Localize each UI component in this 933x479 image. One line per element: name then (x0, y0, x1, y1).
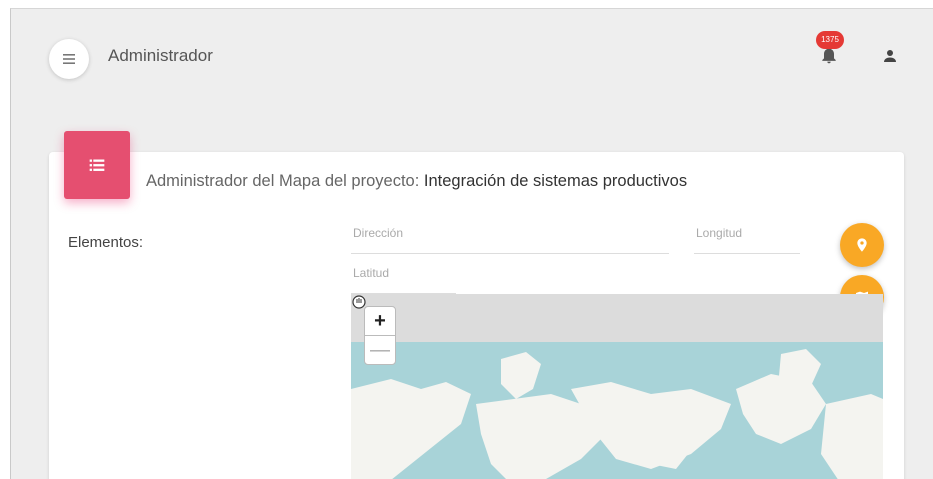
card-header-badge (64, 131, 130, 199)
app-title: Administrador (108, 46, 213, 65)
notification-badge: 1375 (816, 31, 844, 49)
world-map[interactable]: + — (351, 294, 883, 479)
longitud-underline (694, 253, 800, 254)
map-tiles (351, 294, 883, 479)
latitud-field[interactable]: Latitud (351, 264, 456, 294)
location-pin-icon (857, 238, 867, 252)
direccion-underline (351, 253, 669, 254)
card-title-prefix: Administrador del Mapa del proyecto: (146, 172, 424, 190)
zoom-in-button[interactable]: + (364, 306, 396, 336)
direccion-label: Dirección (353, 226, 404, 240)
hand-cursor-icon (352, 295, 366, 309)
locate-button[interactable] (840, 223, 884, 267)
list-icon (89, 159, 105, 171)
longitud-label: Longitud (696, 226, 743, 240)
user-menu-button[interactable] (881, 47, 899, 65)
latitud-label: Latitud (353, 266, 390, 280)
direccion-field[interactable]: Dirección (351, 224, 669, 254)
longitud-field[interactable]: Longitud (694, 224, 800, 254)
person-icon (884, 50, 896, 62)
elements-label: Elementos: (68, 234, 144, 251)
zoom-out-button[interactable]: — (364, 335, 396, 365)
card-title: Administrador del Mapa del proyecto: Int… (146, 172, 687, 191)
menu-button[interactable] (49, 39, 89, 79)
hamburger-icon (63, 54, 75, 64)
app-frame: Administrador 1375 Administrador del Map… (10, 8, 933, 479)
project-name: Integración de sistemas productivos (423, 172, 688, 190)
